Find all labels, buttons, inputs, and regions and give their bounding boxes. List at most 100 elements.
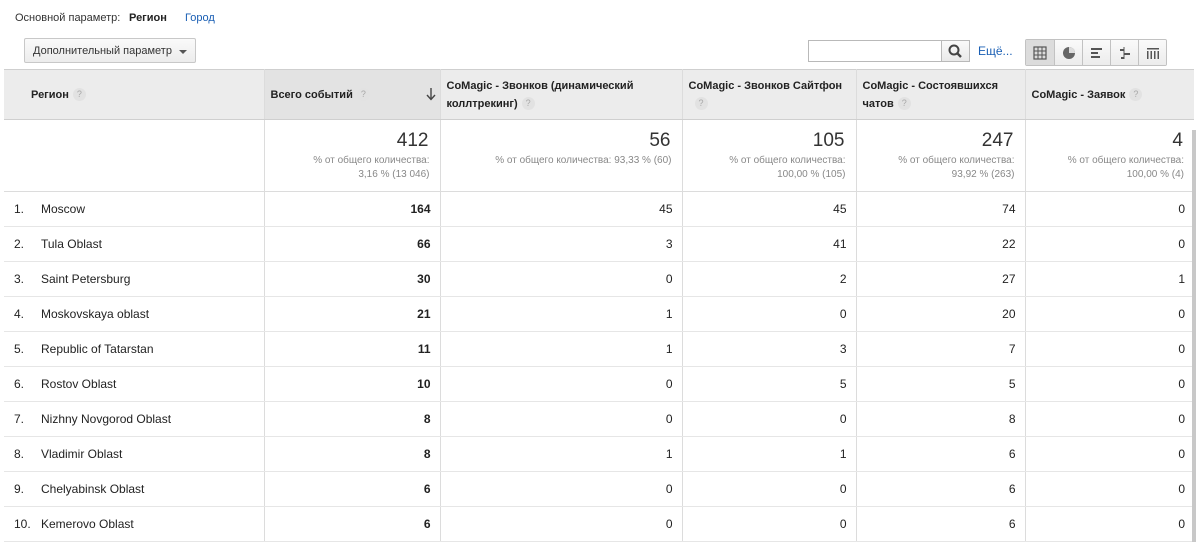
column-header-label: Всего событий (270, 88, 353, 101)
region-cell: 10. Kemerovo Oblast (4, 506, 265, 542)
dimension-region[interactable]: Регион (129, 12, 167, 24)
metric-cell: 0 (440, 366, 683, 402)
region-name-link[interactable]: Republic of Tatarstan (41, 342, 154, 356)
total-share-value: 100,00 % (105) (777, 169, 846, 180)
help-icon[interactable]: ? (897, 97, 911, 111)
metric-cell: 6 (264, 471, 441, 507)
totals-row: 412 % от общего количества: 3,16 % (13 0… (4, 119, 1194, 192)
help-icon[interactable]: ? (521, 97, 535, 111)
metric-cell: 0 (1025, 366, 1194, 402)
help-icon[interactable]: ? (694, 97, 708, 111)
table-row: 10. Kemerovo Oblast 6 0 0 6 0 (4, 506, 1194, 542)
region-name-link[interactable]: Moscow (41, 202, 85, 216)
metric-cell: 74 (856, 191, 1026, 227)
column-header-label: CoMagic - Звонков (динамический коллтрек… (446, 79, 634, 110)
region-name-link[interactable]: Rostov Oblast (41, 377, 116, 391)
help-icon[interactable]: ? (1129, 88, 1143, 102)
row-index: 10. (14, 517, 31, 531)
region-name-link[interactable]: Kemerovo Oblast (41, 517, 134, 531)
row-index: 6. (14, 377, 25, 391)
table-header-row: Регион? Всего событий? CoMagic - Звонков… (4, 69, 1194, 120)
row-index: 4. (14, 307, 25, 321)
more-link[interactable]: Ещё... (978, 44, 1013, 58)
help-icon[interactable]: ? (356, 88, 370, 102)
region-name-link[interactable]: Saint Petersburg (41, 272, 130, 286)
metric-cell: 20 (856, 296, 1026, 332)
metric-cell: 1 (440, 331, 683, 367)
search-button[interactable] (941, 40, 970, 62)
column-header-label: CoMagic - Звонков Сайтфон (688, 79, 843, 92)
region-name-link[interactable]: Vladimir Oblast (41, 447, 122, 461)
metric-cell: 1 (440, 296, 683, 332)
region-name-link[interactable]: Chelyabinsk Oblast (41, 482, 144, 496)
secondary-dimension-label: Дополнительный параметр (33, 45, 172, 57)
metric-cell: 0 (682, 296, 857, 332)
metric-cell: 41 (682, 226, 857, 262)
table-row: 4. Moskovskaya oblast 21 1 0 20 0 (4, 296, 1194, 332)
table-view-button[interactable] (1026, 40, 1054, 65)
metric-cell: 21 (264, 296, 441, 332)
metric-cell: 11 (264, 331, 441, 367)
column-header-requests[interactable]: CoMagic - Заявок? (1025, 69, 1194, 120)
primary-dimension-label: Основной параметр: (15, 12, 121, 24)
dimension-bar: Основной параметр: Регион Город (0, 0, 1196, 35)
view-switcher (1025, 39, 1167, 66)
metric-cell: 1 (682, 436, 857, 472)
comparison-view-icon (1119, 46, 1130, 59)
column-header-dynamic-calls[interactable]: CoMagic - Звонков (динамический коллтрек… (440, 69, 683, 120)
region-name-link[interactable]: Tula Oblast (41, 237, 102, 251)
total-share-label: % от общего количества: (1067, 155, 1184, 166)
metric-cell: 0 (440, 401, 683, 437)
metric-cell: 5 (856, 366, 1026, 402)
secondary-dimension-dropdown[interactable]: Дополнительный параметр (24, 38, 196, 63)
help-icon[interactable]: ? (72, 88, 86, 102)
search-input[interactable] (808, 40, 942, 62)
search-icon (948, 44, 962, 58)
metric-cell: 66 (264, 226, 441, 262)
vertical-scrollbar[interactable] (1192, 130, 1196, 542)
metric-cell: 0 (682, 471, 857, 507)
metric-cell: 6 (856, 506, 1026, 542)
region-name-link[interactable]: Nizhny Novgorod Oblast (41, 412, 171, 426)
pivot-view-button[interactable] (1138, 40, 1166, 65)
metric-cell: 0 (682, 506, 857, 542)
pie-view-icon (1062, 46, 1075, 59)
region-name-link[interactable]: Moskovskaya oblast (41, 307, 149, 321)
metric-cell: 6 (264, 506, 441, 542)
metric-cell: 10 (264, 366, 441, 402)
table-row: 9. Chelyabinsk Oblast 6 0 0 6 0 (4, 471, 1194, 507)
column-header-label: Регион (31, 88, 69, 101)
total-value: 56 (649, 130, 671, 151)
dimension-city-link[interactable]: Город (185, 12, 215, 24)
comparison-view-button[interactable] (1110, 40, 1138, 65)
total-value: 247 (981, 130, 1014, 151)
column-header-sitephone-calls[interactable]: CoMagic - Звонков Сайтфон? (682, 69, 857, 120)
metric-cell: 0 (440, 471, 683, 507)
metric-cell: 6 (856, 471, 1026, 507)
metric-cell: 0 (440, 261, 683, 297)
column-header-total-events[interactable]: Всего событий? (264, 69, 441, 120)
metric-cell: 0 (1025, 506, 1194, 542)
column-header-chats[interactable]: CoMagic - Состоявшихся чатов? (856, 69, 1026, 120)
performance-view-button[interactable] (1082, 40, 1110, 65)
region-cell: 9. Chelyabinsk Oblast (4, 471, 265, 507)
metric-cell: 0 (682, 401, 857, 437)
performance-view-icon (1090, 47, 1102, 58)
metric-cell: 5 (682, 366, 857, 402)
metric-cell: 0 (1025, 331, 1194, 367)
metric-cell: 0 (1025, 191, 1194, 227)
column-header-region[interactable]: Регион? (4, 69, 265, 120)
total-cell: 56 % от общего количества: 93,33 % (60) (440, 119, 683, 192)
table-row: 1. Moscow 164 45 45 74 0 (4, 191, 1194, 227)
region-cell: 3. Saint Petersburg (4, 261, 265, 297)
column-header-label: CoMagic - Состоявшихся чатов (862, 79, 999, 110)
row-index: 7. (14, 412, 25, 426)
metric-cell: 164 (264, 191, 441, 227)
region-cell: 2. Tula Oblast (4, 226, 265, 262)
pie-view-button[interactable] (1054, 40, 1082, 65)
metric-cell: 8 (264, 401, 441, 437)
metric-cell: 3 (440, 226, 683, 262)
total-value: 4 (1172, 130, 1183, 151)
column-header-label: CoMagic - Заявок (1031, 88, 1126, 101)
row-index: 2. (14, 237, 25, 251)
